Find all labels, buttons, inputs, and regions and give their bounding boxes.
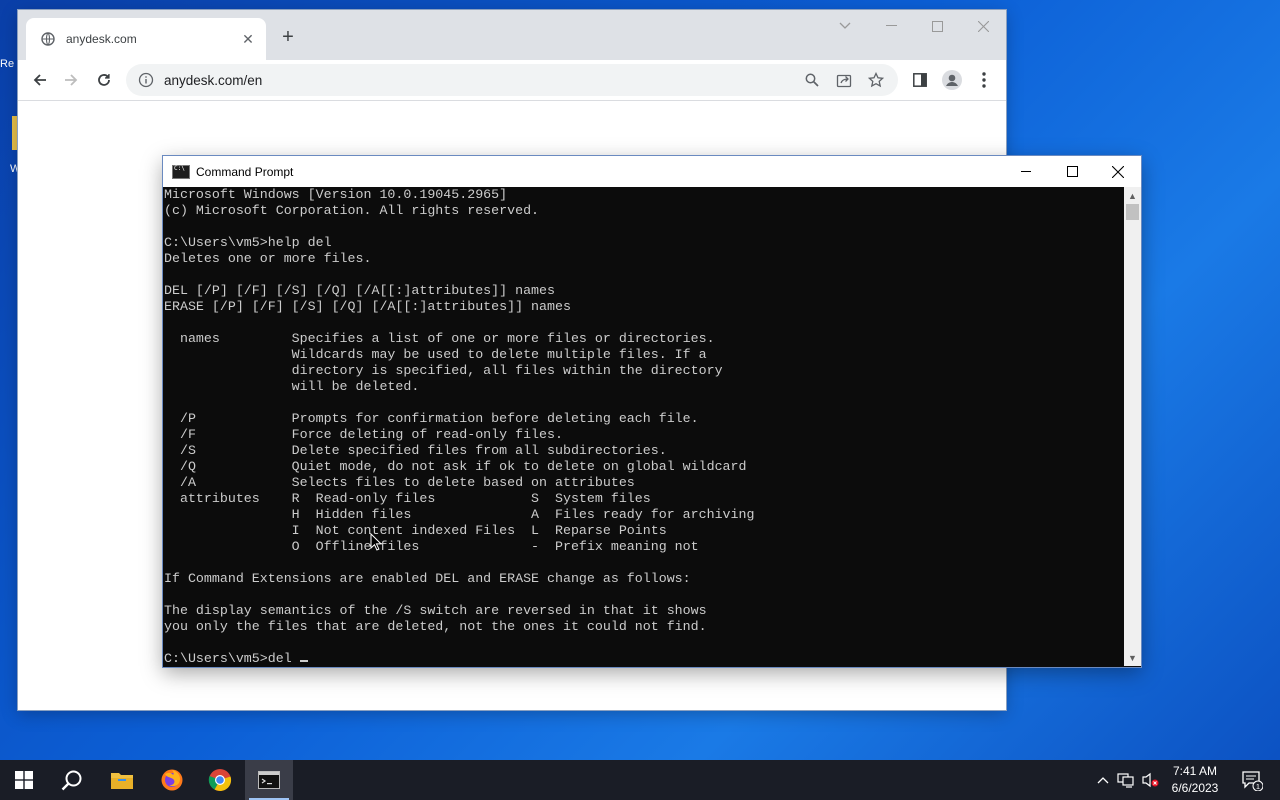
reload-icon[interactable]: [92, 68, 116, 92]
console-line: /A Selects files to delete based on attr…: [164, 475, 635, 490]
taskbar: 7:41 AM 6/6/2023 1: [0, 760, 1280, 800]
scroll-up-arrow-icon[interactable]: ▲: [1124, 187, 1141, 204]
console-line: DEL [/P] [/F] [/S] [/Q] [/A[[:]attribute…: [164, 283, 555, 298]
console-line: /Q Quiet mode, do not ask if ok to delet…: [164, 459, 747, 474]
search-button[interactable]: [48, 760, 96, 800]
console-line: H Hidden files A Files ready for archivi…: [164, 507, 755, 522]
text-cursor: [299, 660, 308, 662]
console-line: If Command Extensions are enabled DEL an…: [164, 571, 691, 586]
cmd-window-title: Command Prompt: [196, 164, 294, 179]
zoom-search-icon[interactable]: [802, 70, 822, 90]
console-line: The display semantics of the /S switch a…: [164, 603, 707, 618]
taskbar-chrome[interactable]: [196, 760, 244, 800]
cmd-maximize-button[interactable]: [1049, 156, 1095, 187]
volume-muted-icon[interactable]: [1139, 760, 1161, 800]
url-text: anydesk.com/en: [164, 72, 263, 88]
notification-count: 1: [1256, 782, 1260, 791]
console-line: ERASE [/P] [/F] [/S] [/Q] [/A[[:]attribu…: [164, 299, 571, 314]
kebab-menu-icon[interactable]: [972, 68, 996, 92]
notification-center-button[interactable]: 1: [1232, 760, 1272, 800]
site-info-icon[interactable]: [138, 72, 154, 88]
desktop-icon-label-fragment[interactable]: Re: [0, 58, 18, 70]
console-line: C:\Users\vm5>help del: [164, 235, 332, 250]
bookmark-star-icon[interactable]: [866, 70, 886, 90]
console-line: you only the files that are deleted, not…: [164, 619, 707, 634]
clock-date: 6/6/2023: [1171, 781, 1219, 795]
show-hidden-icons-chevron-icon[interactable]: [1093, 760, 1113, 800]
cmd-close-button[interactable]: [1095, 156, 1141, 187]
console-line: directory is specified, all files within…: [164, 363, 723, 378]
console-line: O Offline files - Prefix meaning not: [164, 539, 699, 554]
share-icon[interactable]: [834, 70, 854, 90]
windows-logo-icon: [15, 771, 33, 789]
command-prompt-window: Command Prompt Microsoft Windows [Versio…: [163, 156, 1141, 667]
console-line: names Specifies a list of one or more fi…: [164, 331, 715, 346]
cmd-scrollbar[interactable]: ▲ ▼: [1124, 187, 1141, 666]
side-panel-icon[interactable]: [908, 68, 932, 92]
profile-avatar-icon[interactable]: [940, 68, 964, 92]
console-line: /P Prompts for confirmation before delet…: [164, 411, 699, 426]
cmd-minimize-button[interactable]: [1003, 156, 1049, 187]
console-line: /F Force deleting of read-only files.: [164, 427, 563, 442]
scroll-down-arrow-icon[interactable]: ▼: [1124, 649, 1141, 666]
taskbar-firefox[interactable]: [148, 760, 196, 800]
console-line: Wildcards may be used to delete multiple…: [164, 347, 707, 362]
cmd-icon: [258, 771, 280, 789]
browser-minimize-button[interactable]: [868, 10, 914, 42]
cmd-app-icon: [172, 164, 190, 179]
console-line: (c) Microsoft Corporation. All rights re…: [164, 203, 540, 218]
network-icon[interactable]: [1115, 760, 1137, 800]
browser-tab-strip: anydesk.com ✕ +: [18, 10, 1006, 60]
console-line: attributes R Read-only files S System fi…: [164, 491, 651, 506]
console-text: Microsoft Windows [Version 10.0.19045.29…: [164, 187, 1123, 651]
console-prompt-line: C:\Users\vm5>del: [164, 651, 300, 666]
taskbar-command-prompt[interactable]: [245, 760, 293, 800]
clock-time: 7:41 AM: [1172, 764, 1218, 778]
globe-icon: [40, 31, 56, 47]
console-line: Deletes one or more files.: [164, 251, 372, 266]
console-line: Microsoft Windows [Version 10.0.19045.29…: [164, 187, 508, 202]
back-arrow-icon[interactable]: [28, 68, 52, 92]
taskbar-file-explorer[interactable]: [98, 760, 146, 800]
forward-arrow-icon[interactable]: [59, 68, 83, 92]
address-bar[interactable]: anydesk.com/en: [126, 64, 898, 96]
tab-close-icon[interactable]: ✕: [240, 31, 256, 47]
tab-search-chevron-icon[interactable]: [822, 10, 868, 42]
start-button[interactable]: [0, 760, 48, 800]
browser-maximize-button[interactable]: [914, 10, 960, 42]
notification-icon: 1: [1242, 771, 1263, 791]
console-output[interactable]: Microsoft Windows [Version 10.0.19045.29…: [164, 187, 1123, 666]
search-icon: [61, 770, 82, 791]
browser-close-button[interactable]: [960, 10, 1006, 42]
browser-tab[interactable]: anydesk.com ✕: [26, 18, 266, 60]
new-tab-button[interactable]: +: [276, 26, 300, 50]
firefox-icon: [161, 769, 183, 791]
console-line: I Not content indexed Files L Reparse Po…: [164, 523, 667, 538]
system-clock[interactable]: 7:41 AM 6/6/2023: [1162, 763, 1228, 797]
tab-title: anydesk.com: [66, 32, 137, 46]
folder-icon: [111, 773, 133, 789]
console-line: /S Delete specified files from all subdi…: [164, 443, 667, 458]
chrome-icon: [208, 769, 232, 792]
scrollbar-thumb[interactable]: [1126, 204, 1139, 220]
mouse-pointer-icon: [370, 533, 382, 551]
cmd-title-bar[interactable]: Command Prompt: [163, 156, 1141, 187]
console-line: will be deleted.: [164, 379, 420, 394]
browser-toolbar: anydesk.com/en: [18, 60, 1006, 101]
